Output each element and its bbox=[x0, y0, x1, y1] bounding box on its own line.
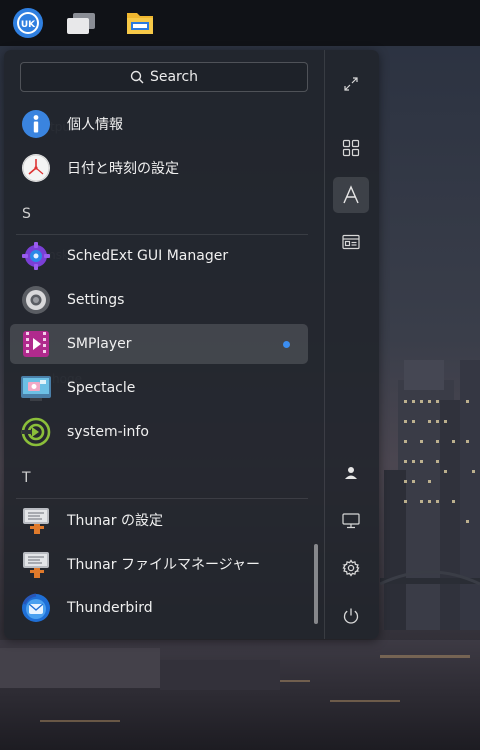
app-list: 個人情報 日付と時刻の設定 S SchedExt GUI Manager Set… bbox=[4, 104, 324, 639]
clock-icon bbox=[20, 152, 52, 184]
file-manager-button[interactable] bbox=[123, 6, 157, 40]
sidebar-divider bbox=[324, 50, 325, 639]
app-item-label: Thunderbird bbox=[67, 600, 153, 616]
new-app-indicator-dot bbox=[283, 341, 290, 348]
search-input[interactable]: Search bbox=[20, 62, 308, 92]
app-item-label: Thunar ファイルマネージャー bbox=[67, 557, 260, 573]
app-list-scrollbar[interactable] bbox=[314, 544, 318, 624]
thunar-settings-icon bbox=[20, 504, 52, 536]
system-info-icon bbox=[20, 416, 52, 448]
app-item-date-time-settings[interactable]: 日付と時刻の設定 bbox=[10, 148, 308, 188]
app-item-personal-info[interactable]: 個人情報 bbox=[10, 104, 308, 144]
ukui-logo-icon: UK bbox=[13, 8, 43, 38]
app-item-label: SMPlayer bbox=[67, 336, 132, 352]
start-menu: Search 個人情報 日付と時刻の設定 S SchedExt GUI Mana… bbox=[4, 50, 379, 639]
app-item-thunderbird[interactable]: Thunderbird bbox=[10, 588, 308, 628]
card-list-icon bbox=[342, 234, 360, 250]
folder-icon bbox=[127, 13, 153, 34]
user-button[interactable] bbox=[333, 455, 369, 491]
app-item-settings[interactable]: Settings bbox=[10, 280, 308, 320]
app-item-label: 日付と時刻の設定 bbox=[67, 161, 179, 177]
ukui-logo-text: UK bbox=[21, 20, 36, 30]
search-icon bbox=[130, 70, 144, 84]
monitor-icon bbox=[342, 513, 360, 529]
app-item-label: Spectacle bbox=[67, 380, 136, 396]
power-button[interactable] bbox=[333, 598, 369, 634]
user-icon bbox=[345, 467, 357, 479]
app-item-smplayer[interactable]: SMPlayer bbox=[10, 324, 308, 364]
gear-icon bbox=[342, 559, 360, 577]
info-icon bbox=[20, 108, 52, 140]
settings-gear-icon bbox=[20, 284, 52, 316]
computer-button[interactable] bbox=[333, 503, 369, 539]
section-letter-s: S bbox=[22, 206, 31, 222]
top-panel: UK bbox=[0, 0, 480, 46]
search-label: Search bbox=[149, 69, 199, 85]
thunderbird-icon bbox=[20, 592, 52, 624]
smplayer-icon bbox=[20, 328, 52, 360]
control-center-button[interactable] bbox=[333, 550, 369, 586]
app-item-label: SchedExt GUI Manager bbox=[67, 248, 229, 264]
app-item-system-info[interactable]: system-info bbox=[10, 412, 308, 452]
fullscreen-button[interactable] bbox=[333, 66, 369, 102]
app-item-thunar-settings[interactable]: Thunar の設定 bbox=[10, 500, 308, 540]
grid-icon bbox=[342, 139, 360, 157]
windows-icon bbox=[67, 13, 95, 34]
app-item-schedext[interactable]: SchedExt GUI Manager bbox=[10, 236, 308, 276]
category-view-button[interactable] bbox=[333, 130, 369, 166]
app-item-label: 個人情報 bbox=[67, 117, 123, 133]
app-item-spectacle[interactable]: Spectacle bbox=[10, 368, 308, 408]
spectacle-icon bbox=[20, 372, 52, 404]
section-divider bbox=[16, 498, 308, 499]
schedext-icon bbox=[20, 240, 52, 272]
expand-icon bbox=[344, 77, 358, 91]
window-switcher-button[interactable] bbox=[64, 6, 98, 40]
letter-a-icon bbox=[343, 185, 359, 204]
power-icon bbox=[343, 608, 359, 624]
section-divider bbox=[16, 234, 308, 235]
alphabetical-view-button[interactable] bbox=[333, 177, 369, 213]
app-item-label: Thunar の設定 bbox=[67, 513, 163, 529]
section-letter-t: T bbox=[22, 470, 31, 486]
thunar-icon bbox=[20, 548, 52, 580]
function-view-button[interactable] bbox=[333, 224, 369, 260]
app-item-label: Settings bbox=[67, 292, 125, 308]
app-item-label: system-info bbox=[67, 424, 149, 440]
app-item-thunar[interactable]: Thunar ファイルマネージャー bbox=[10, 544, 308, 584]
start-menu-button[interactable]: UK bbox=[11, 6, 45, 40]
